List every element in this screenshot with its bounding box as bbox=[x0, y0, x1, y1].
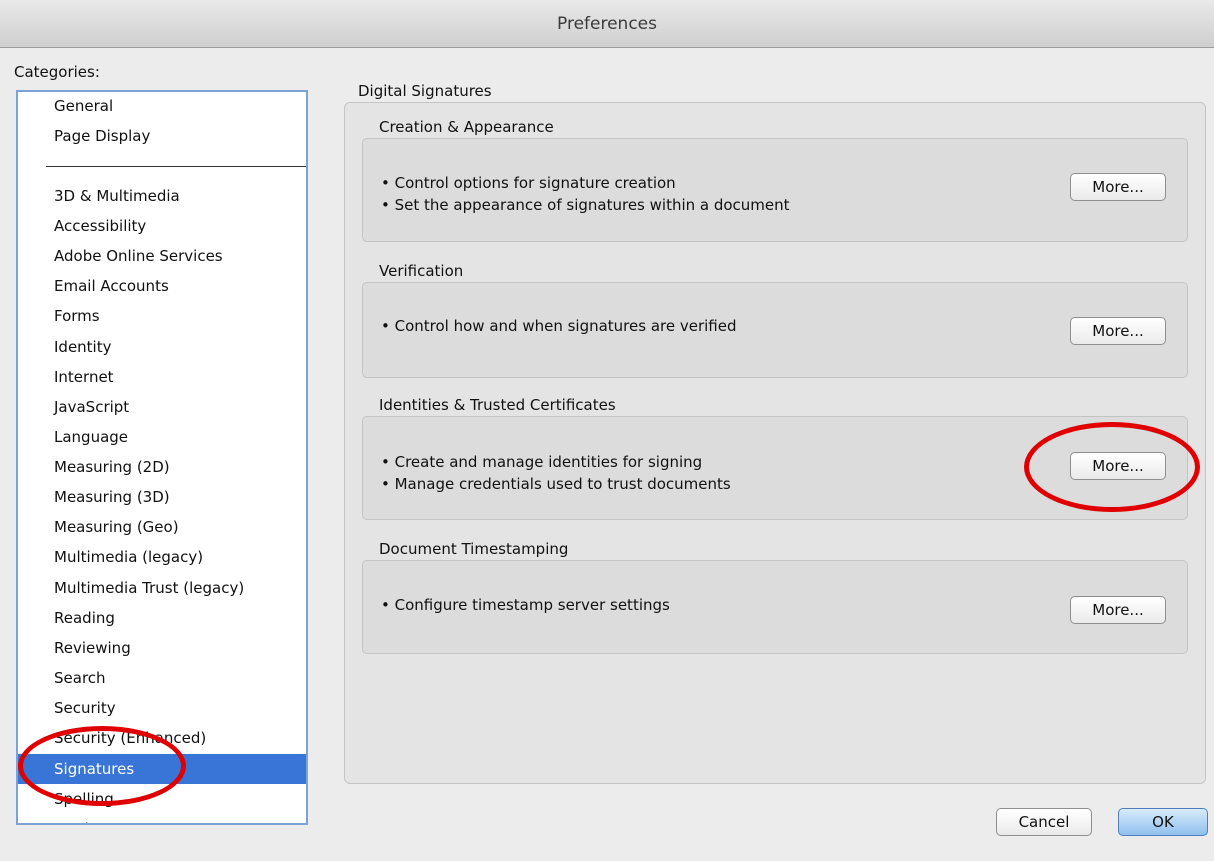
bullet-timestamp-server: • Configure timestamp server settings bbox=[381, 596, 670, 614]
bullet-signature-creation: • Control options for signature creation bbox=[381, 174, 676, 192]
category-divider bbox=[46, 166, 306, 167]
category-3d-multimedia[interactable]: 3D & Multimedia bbox=[18, 181, 306, 211]
section-identities-certificates: • Create and manage identities for signi… bbox=[362, 416, 1188, 520]
more-button-identities[interactable]: More... bbox=[1070, 452, 1166, 480]
category-adobe-online-services[interactable]: Adobe Online Services bbox=[18, 241, 306, 271]
ok-button[interactable]: OK bbox=[1118, 808, 1208, 836]
window-title: Preferences bbox=[557, 13, 657, 34]
section-title-timestamping: Document Timestamping bbox=[379, 540, 569, 558]
cancel-button[interactable]: Cancel bbox=[996, 808, 1092, 836]
category-general[interactable]: General bbox=[18, 92, 306, 121]
section-creation-appearance: • Control options for signature creation… bbox=[362, 138, 1188, 242]
category-multimedia-legacy[interactable]: Multimedia (legacy) bbox=[18, 542, 306, 572]
more-button-timestamping[interactable]: More... bbox=[1070, 596, 1166, 624]
section-document-timestamping: • Configure timestamp server settings Mo… bbox=[362, 560, 1188, 654]
bullet-signature-appearance: • Set the appearance of signatures withi… bbox=[381, 196, 790, 214]
category-tracker[interactable]: Tracker bbox=[18, 814, 306, 823]
section-title-identities: Identities & Trusted Certificates bbox=[379, 396, 616, 414]
category-javascript[interactable]: JavaScript bbox=[18, 392, 306, 422]
more-button-verification[interactable]: More... bbox=[1070, 317, 1166, 345]
section-title-creation: Creation & Appearance bbox=[379, 118, 554, 136]
category-identity[interactable]: Identity bbox=[18, 332, 306, 362]
category-reading[interactable]: Reading bbox=[18, 603, 306, 633]
category-security[interactable]: Security bbox=[18, 693, 306, 723]
category-internet[interactable]: Internet bbox=[18, 362, 306, 392]
section-verification: • Control how and when signatures are ve… bbox=[362, 282, 1188, 378]
category-measuring-2d[interactable]: Measuring (2D) bbox=[18, 452, 306, 482]
category-signatures[interactable]: Signatures bbox=[18, 754, 306, 784]
bullet-verification: • Control how and when signatures are ve… bbox=[381, 317, 737, 335]
category-multimedia-trust-legacy[interactable]: Multimedia Trust (legacy) bbox=[18, 573, 306, 603]
category-reviewing[interactable]: Reviewing bbox=[18, 633, 306, 663]
category-spelling[interactable]: Spelling bbox=[18, 784, 306, 814]
title-bar: Preferences bbox=[0, 0, 1214, 48]
section-title-verification: Verification bbox=[379, 262, 464, 280]
bullet-manage-credentials: • Manage credentials used to trust docum… bbox=[381, 475, 731, 493]
category-email-accounts[interactable]: Email Accounts bbox=[18, 271, 306, 301]
category-accessibility[interactable]: Accessibility bbox=[18, 211, 306, 241]
panel-title: Digital Signatures bbox=[358, 82, 492, 100]
category-language[interactable]: Language bbox=[18, 422, 306, 452]
categories-list[interactable]: General Page Display 3D & Multimedia Acc… bbox=[16, 90, 308, 825]
categories-label: Categories: bbox=[14, 63, 100, 81]
more-button-creation[interactable]: More... bbox=[1070, 173, 1166, 201]
category-search[interactable]: Search bbox=[18, 663, 306, 693]
category-measuring-3d[interactable]: Measuring (3D) bbox=[18, 482, 306, 512]
bullet-manage-identities: • Create and manage identities for signi… bbox=[381, 453, 703, 471]
category-forms[interactable]: Forms bbox=[18, 301, 306, 331]
category-page-display[interactable]: Page Display bbox=[18, 121, 306, 151]
category-measuring-geo[interactable]: Measuring (Geo) bbox=[18, 512, 306, 542]
category-security-enhanced[interactable]: Security (Enhanced) bbox=[18, 723, 306, 753]
